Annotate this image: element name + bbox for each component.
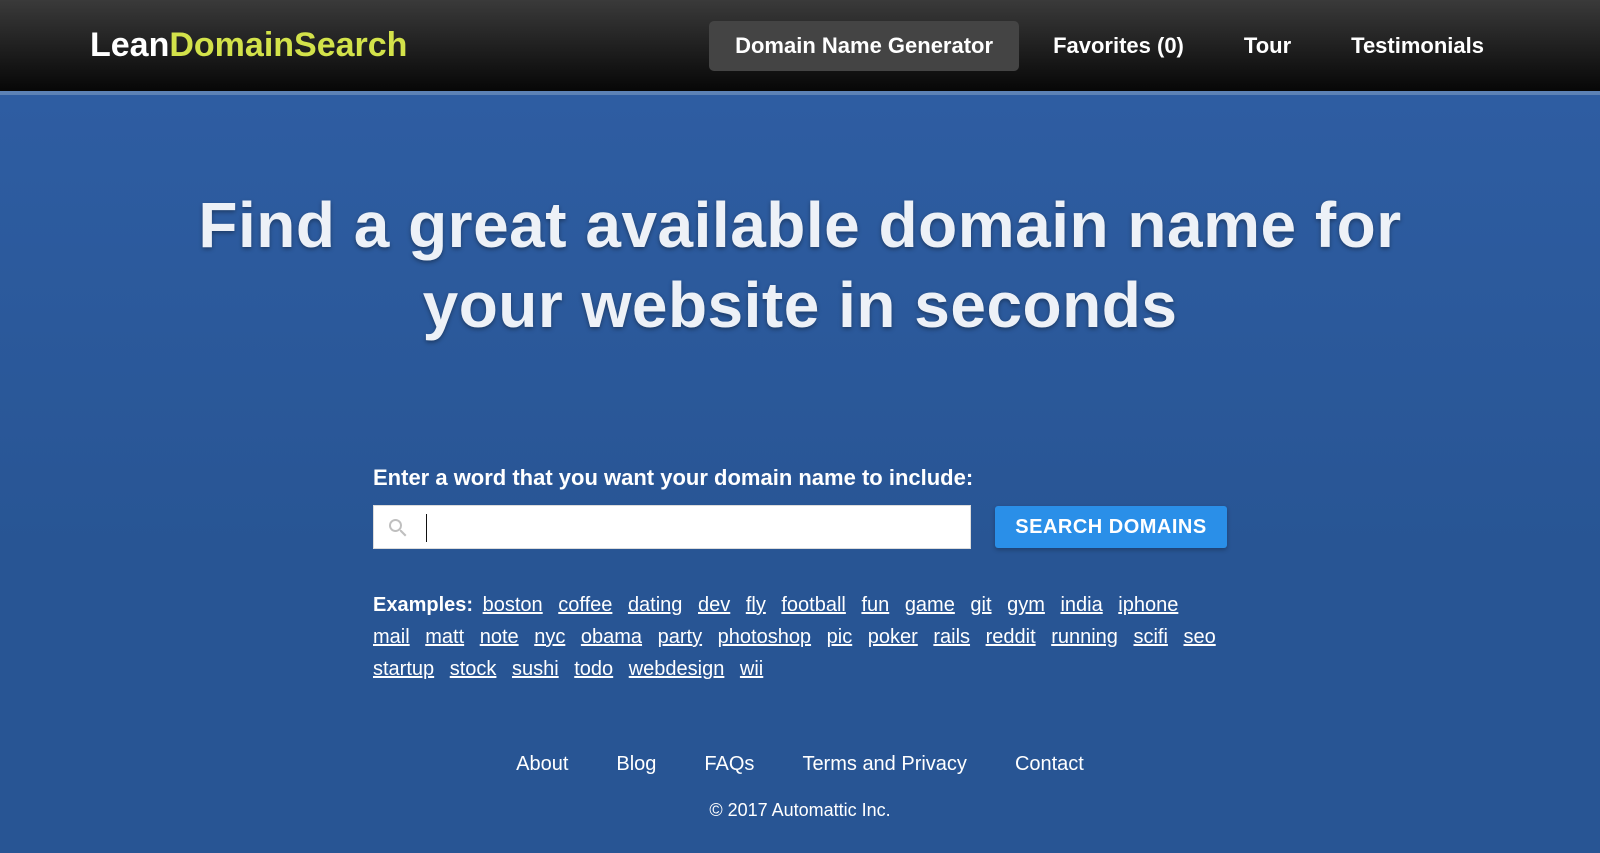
examples-block: Examples: boston coffee dating dev fly f… [373, 589, 1227, 685]
footer-link-contact[interactable]: Contact [1015, 753, 1084, 775]
search-input[interactable] [424, 508, 964, 546]
nav-item-label: Testimonials [1351, 33, 1484, 58]
example-link-obama[interactable]: obama [581, 626, 642, 648]
example-link-git[interactable]: git [970, 594, 991, 616]
example-link-startup[interactable]: startup [373, 658, 434, 680]
example-link-nyc[interactable]: nyc [534, 626, 565, 648]
headline: Find a great available domain name for y… [175, 185, 1425, 345]
hero-section: Find a great available domain name for y… [0, 95, 1600, 853]
search-input-wrap[interactable] [373, 505, 971, 549]
footer-link-terms-and-privacy[interactable]: Terms and Privacy [802, 753, 967, 775]
search-block: Enter a word that you want your domain n… [373, 465, 1227, 549]
example-link-pic[interactable]: pic [827, 626, 853, 648]
example-link-seo[interactable]: seo [1183, 626, 1215, 648]
example-link-iphone[interactable]: iphone [1118, 594, 1178, 616]
example-link-mail[interactable]: mail [373, 626, 410, 648]
top-navbar: LeanDomainSearch Domain Name Generator F… [0, 0, 1600, 95]
search-icon [386, 516, 410, 540]
example-link-party[interactable]: party [658, 626, 702, 648]
nav-item-label: Tour [1244, 33, 1291, 58]
footer-links: About Blog FAQs Terms and Privacy Contact [0, 753, 1600, 776]
example-link-coffee[interactable]: coffee [558, 594, 612, 616]
example-link-fun[interactable]: fun [861, 594, 889, 616]
footer: About Blog FAQs Terms and Privacy Contact © … [0, 753, 1600, 821]
example-link-football[interactable]: football [781, 594, 846, 616]
footer-link-blog[interactable]: Blog [616, 753, 656, 775]
example-link-dev[interactable]: dev [698, 594, 730, 616]
footer-link-faqs[interactable]: FAQs [704, 753, 754, 775]
copyright: © 2017 Automattic Inc. [0, 800, 1600, 821]
logo-part-1: Lean [90, 26, 169, 64]
example-link-dating[interactable]: dating [628, 594, 683, 616]
example-link-sushi[interactable]: sushi [512, 658, 559, 680]
example-link-running[interactable]: running [1051, 626, 1118, 648]
example-link-webdesign[interactable]: webdesign [629, 658, 725, 680]
example-link-boston[interactable]: boston [483, 594, 543, 616]
examples-list: boston coffee dating dev fly football fu… [373, 594, 1222, 680]
example-link-gym[interactable]: gym [1007, 594, 1045, 616]
example-link-poker[interactable]: poker [868, 626, 918, 648]
example-link-reddit[interactable]: reddit [986, 626, 1036, 648]
example-link-photoshop[interactable]: photoshop [718, 626, 811, 648]
examples-label: Examples: [373, 594, 473, 616]
nav-item-label: Domain Name Generator [735, 33, 993, 58]
nav-tour[interactable]: Tour [1218, 21, 1317, 71]
nav-favorites[interactable]: Favorites (0) [1027, 21, 1210, 71]
example-link-fly[interactable]: fly [746, 594, 766, 616]
example-link-rails[interactable]: rails [933, 626, 970, 648]
nav-testimonials[interactable]: Testimonials [1325, 21, 1510, 71]
example-link-wii[interactable]: wii [740, 658, 763, 680]
footer-link-about[interactable]: About [516, 753, 568, 775]
logo-part-2: DomainSearch [169, 26, 407, 64]
example-link-todo[interactable]: todo [574, 658, 613, 680]
nav-domain-name-generator[interactable]: Domain Name Generator [709, 21, 1019, 71]
example-link-matt[interactable]: matt [425, 626, 464, 648]
search-row: SEARCH DOMAINS [373, 505, 1227, 549]
example-link-scifi[interactable]: scifi [1133, 626, 1167, 648]
nav-item-label: Favorites (0) [1053, 33, 1184, 58]
example-link-game[interactable]: game [905, 594, 955, 616]
example-link-note[interactable]: note [480, 626, 519, 648]
example-link-india[interactable]: india [1060, 594, 1102, 616]
nav-right: Domain Name Generator Favorites (0) Tour… [709, 21, 1510, 71]
search-label: Enter a word that you want your domain n… [373, 465, 1227, 491]
site-logo[interactable]: LeanDomainSearch [90, 26, 407, 65]
example-link-stock[interactable]: stock [450, 658, 497, 680]
search-domains-button[interactable]: SEARCH DOMAINS [995, 506, 1227, 548]
